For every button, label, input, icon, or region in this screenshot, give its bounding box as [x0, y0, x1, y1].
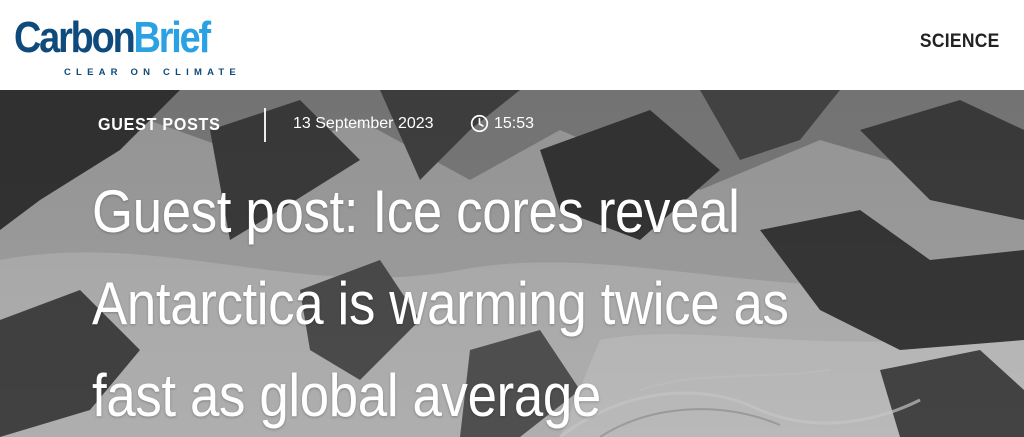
logo-tagline: CLEAR ON CLIMATE	[64, 67, 241, 78]
site-header: CarbonBrief CLEAR ON CLIMATE SCIENCE	[0, 0, 1024, 90]
category-link[interactable]: GUEST POSTS	[98, 114, 221, 135]
headline-line: Guest post: Ice cores reveal	[92, 178, 740, 245]
carbonbrief-logo[interactable]: CarbonBrief CLEAR ON CLIMATE	[12, 8, 256, 84]
logo-carbon-text: Carbon	[14, 13, 136, 62]
logo-wordmark: CarbonBrief	[14, 13, 212, 62]
headline-line: fast as global average	[92, 362, 601, 429]
meta-divider	[264, 108, 266, 142]
clock-icon	[470, 114, 489, 133]
post-date: 13 September 2023	[293, 115, 434, 132]
nav-science-link[interactable]: SCIENCE	[920, 31, 1000, 53]
post-time: 15:53	[494, 115, 535, 132]
headline-line: Antarctica is warming twice as	[92, 270, 789, 337]
article-hero: GUEST POSTS 13 September 2023 15:53 Gues…	[0, 90, 1024, 437]
article-headline: Guest post: Ice cores reveal Antarctica …	[92, 166, 884, 437]
logo-brief-text: Brief	[133, 13, 212, 62]
